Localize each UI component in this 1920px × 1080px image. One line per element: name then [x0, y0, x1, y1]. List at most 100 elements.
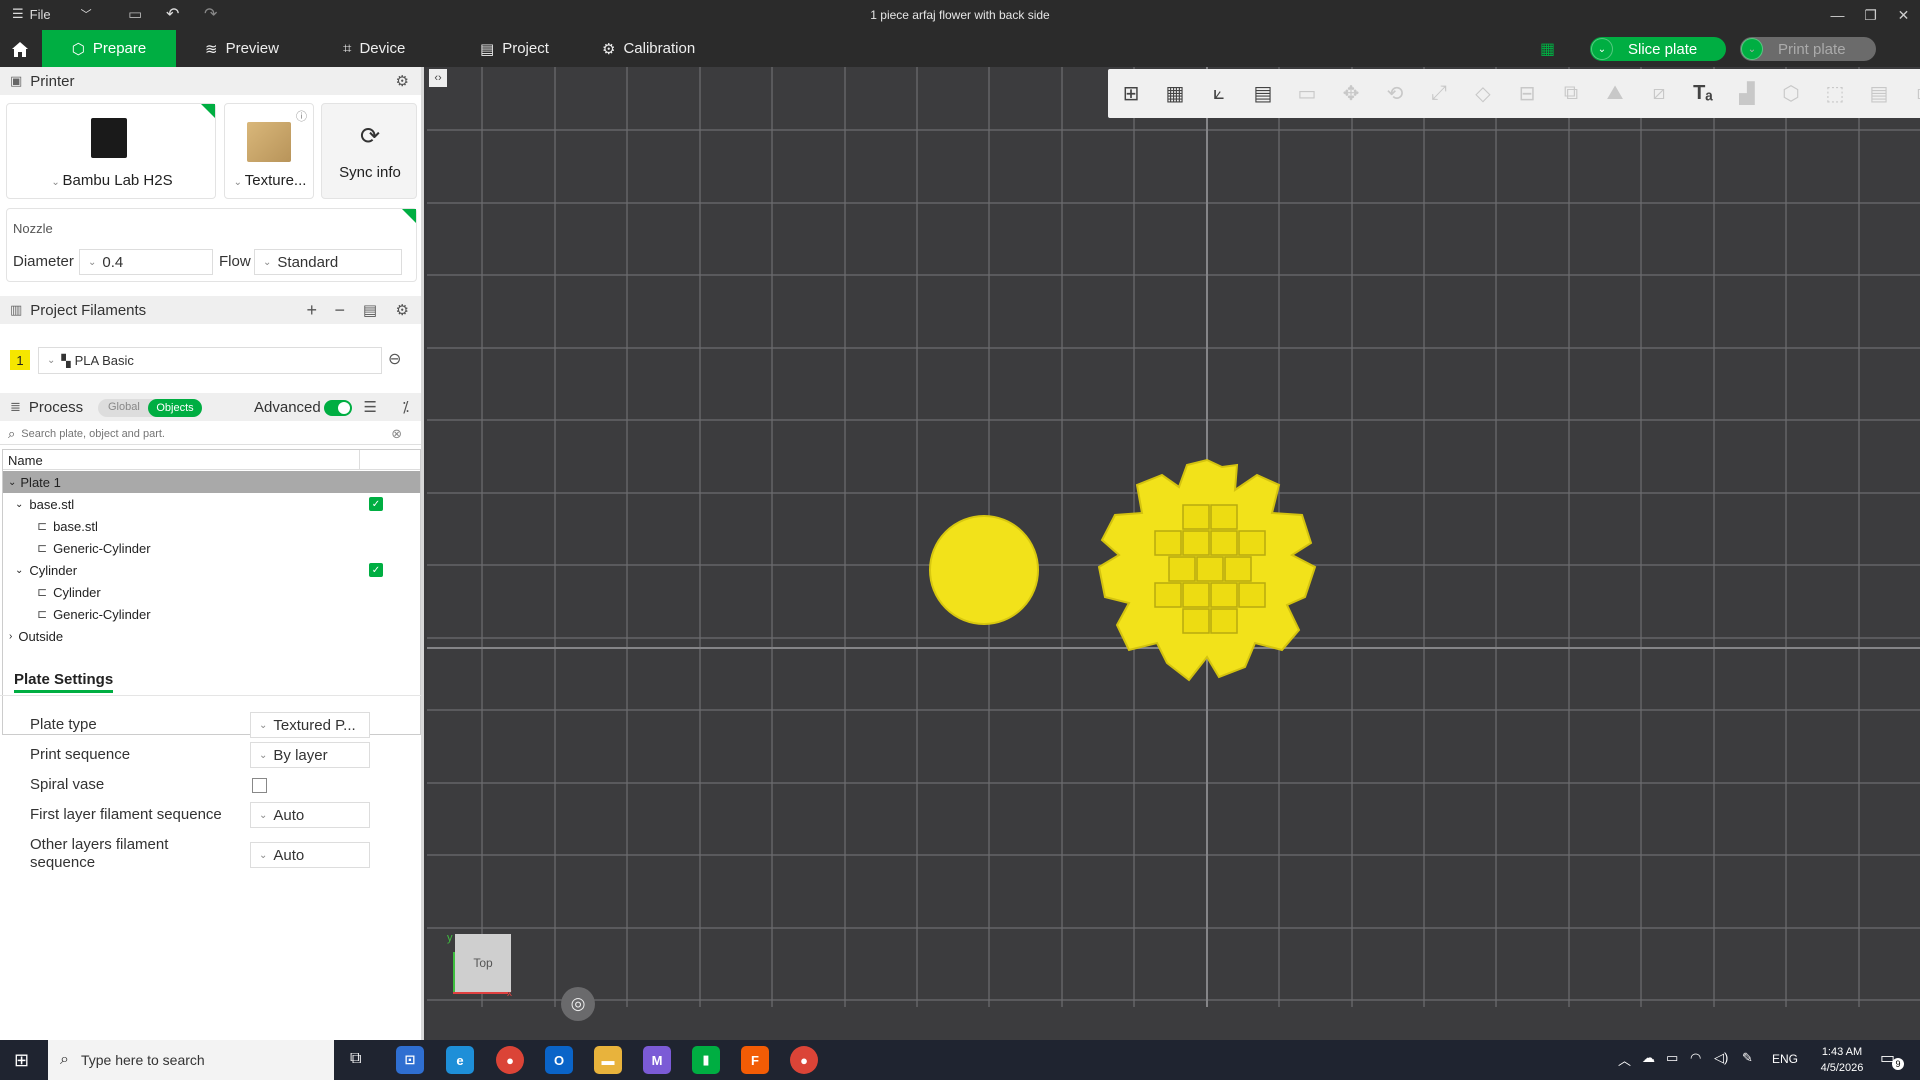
- minimize-button[interactable]: —: [1821, 0, 1854, 30]
- seam-paint-icon[interactable]: ⧄: [1640, 75, 1678, 113]
- name-column-header[interactable]: Name: [3, 450, 420, 470]
- notifications-button[interactable]: ▭ 9: [1880, 1048, 1904, 1072]
- tree-row-object[interactable]: ⌄ base.stl ✓: [3, 493, 424, 515]
- taskbar-search[interactable]: ⌕ Type here to search: [48, 1040, 334, 1080]
- layout-icon[interactable]: ▦: [1540, 39, 1555, 59]
- svg-tool-icon[interactable]: ▟: [1728, 75, 1766, 113]
- assembly-icon[interactable]: ⬡: [1772, 75, 1810, 113]
- compare-icon[interactable]: ⁒: [402, 398, 409, 416]
- visibility-checkbox[interactable]: ✓: [369, 563, 383, 577]
- chrome-profile-app-icon[interactable]: ●: [790, 1046, 818, 1074]
- outlook-app-icon[interactable]: O: [545, 1046, 573, 1074]
- plate-type-select[interactable]: ⌄ Textured P...: [250, 712, 370, 738]
- home-button[interactable]: [0, 30, 40, 67]
- chevron-down-icon[interactable]: ⌄: [8, 477, 16, 488]
- collapse-sidebar-icon[interactable]: ‹›: [429, 69, 447, 87]
- wifi-icon[interactable]: ◠: [1690, 1050, 1701, 1066]
- flow-select[interactable]: ⌄ Standard: [254, 249, 402, 275]
- filament-index-badge[interactable]: 1: [10, 350, 30, 370]
- plate-type-card[interactable]: ⓘ ⌄ Texture...: [224, 103, 314, 199]
- remove-icon[interactable]: −: [334, 300, 345, 321]
- gear-icon[interactable]: ⚙: [396, 301, 409, 319]
- tree-row-object[interactable]: › Outside: [3, 625, 424, 647]
- clock[interactable]: 1:43 AM 4/5/2026: [1812, 1044, 1872, 1076]
- windows-start-icon[interactable]: ⊞: [14, 1050, 29, 1071]
- diameter-select[interactable]: ⌄ 0.4: [79, 249, 213, 275]
- move-icon[interactable]: ✥: [1332, 75, 1370, 113]
- tree-row-object[interactable]: ⌄ Cylinder ✓: [3, 559, 424, 581]
- scale-icon[interactable]: ⤢: [1420, 75, 1458, 113]
- object-search-input[interactable]: [21, 427, 392, 440]
- tab-prepare[interactable]: ⬡ Prepare: [42, 30, 176, 67]
- tree-row-part[interactable]: ⊏ Generic-Cylinder: [3, 537, 424, 559]
- list-icon[interactable]: ☰: [364, 398, 377, 416]
- lay-on-face-icon[interactable]: ◇: [1464, 75, 1502, 113]
- show-hidden-icons[interactable]: ︿: [1618, 1050, 1631, 1069]
- volume-icon[interactable]: ◁): [1714, 1050, 1728, 1066]
- rotate-icon[interactable]: ⟲: [1376, 75, 1414, 113]
- battery-icon[interactable]: ▭: [1666, 1050, 1678, 1066]
- view-cube-face[interactable]: Top: [455, 934, 511, 992]
- gear-icon[interactable]: ⚙: [396, 72, 409, 90]
- chevron-down-icon[interactable]: ⌄: [1741, 38, 1763, 60]
- printer-model-card[interactable]: ⌄ Bambu Lab H2S: [6, 103, 216, 199]
- spiral-vase-checkbox[interactable]: [252, 778, 267, 793]
- add-plate-icon[interactable]: ▦: [1156, 75, 1194, 113]
- language-indicator[interactable]: ENG: [1772, 1052, 1798, 1066]
- filament-select[interactable]: ⌄ ▚ PLA Basic: [38, 347, 382, 374]
- chevron-down-icon[interactable]: ⌄: [15, 499, 23, 510]
- fusion-app-icon[interactable]: F: [741, 1046, 769, 1074]
- tab-preview[interactable]: ≋ Preview: [205, 30, 279, 67]
- tab-device[interactable]: ⌗ Device: [343, 30, 405, 67]
- file-explorer-icon[interactable]: ▬: [594, 1046, 622, 1074]
- measure-icon[interactable]: ⬚: [1816, 75, 1854, 113]
- print-plate-button[interactable]: ⌄ Print plate: [1740, 37, 1876, 61]
- view-cube[interactable]: y x Top: [447, 922, 517, 1002]
- global-option[interactable]: Global: [108, 401, 140, 413]
- sync-info-button[interactable]: ⟳ Sync info: [321, 103, 417, 199]
- add-object-icon[interactable]: ⊞: [1112, 75, 1150, 113]
- objects-option[interactable]: Objects: [148, 399, 202, 417]
- chevron-down-icon[interactable]: ⌄: [15, 565, 23, 576]
- other-layers-sequence-select[interactable]: ⌄ Auto: [250, 842, 370, 868]
- 3d-viewport[interactable]: ⊞ ▦ ⟀ ▤ ▭ ✥ ⟲ ⤢ ◇ ⊟ ⧉ ⛰ ⧄ Tₐ ▟ ⬡ ⬚ ▤ ⧈ ⧇…: [427, 67, 1920, 1040]
- tree-row-part[interactable]: ⊏ base.stl: [3, 515, 424, 537]
- fuzzy-skin-icon[interactable]: ⧈: [1904, 75, 1920, 113]
- add-icon[interactable]: +: [306, 300, 317, 321]
- chevron-down-icon[interactable]: ⌄: [1591, 38, 1613, 60]
- tab-project[interactable]: ▤ Project: [480, 30, 549, 67]
- bambu-studio-app-icon[interactable]: ▮: [692, 1046, 720, 1074]
- support-paint-icon[interactable]: ⛰: [1596, 75, 1634, 113]
- onedrive-icon[interactable]: ☁: [1642, 1050, 1655, 1066]
- close-button[interactable]: ✕: [1887, 0, 1920, 30]
- auto-orient-icon[interactable]: ⟀: [1200, 75, 1238, 113]
- advanced-toggle[interactable]: [324, 400, 352, 416]
- print-sequence-select[interactable]: ⌄ By layer: [250, 742, 370, 768]
- chrome-app-icon[interactable]: ●: [496, 1046, 524, 1074]
- cut-icon[interactable]: ⊟: [1508, 75, 1546, 113]
- tree-row-part[interactable]: ⊏ Generic-Cylinder: [3, 603, 424, 625]
- first-layer-sequence-select[interactable]: ⌄ Auto: [250, 802, 370, 828]
- flower-model[interactable]: [1087, 455, 1327, 695]
- remove-filament-icon[interactable]: ⊖: [388, 349, 401, 369]
- chevron-right-icon[interactable]: ›: [9, 631, 12, 642]
- scope-toggle[interactable]: Global Objects: [98, 399, 202, 417]
- store-app-icon[interactable]: ⊡: [396, 1046, 424, 1074]
- clear-icon[interactable]: ⊗: [391, 426, 402, 442]
- variable-layer-icon[interactable]: ▤: [1860, 75, 1898, 113]
- restore-button[interactable]: ❐: [1854, 0, 1887, 30]
- cylinder-model[interactable]: [929, 515, 1049, 635]
- edge-app-icon[interactable]: e: [446, 1046, 474, 1074]
- filament-sync-icon[interactable]: ▤: [363, 301, 377, 319]
- split-icon[interactable]: ▭: [1288, 75, 1326, 113]
- tree-row-part[interactable]: ⊏ Cylinder: [3, 581, 424, 603]
- tab-calibration[interactable]: ⚙ Calibration: [602, 30, 695, 67]
- boolean-icon[interactable]: ⧉: [1552, 75, 1590, 113]
- info-icon[interactable]: ⓘ: [296, 108, 307, 124]
- arrange-icon[interactable]: ▤: [1244, 75, 1282, 113]
- text-tool-icon[interactable]: Tₐ: [1684, 75, 1722, 113]
- visibility-checkbox[interactable]: ✓: [369, 497, 383, 511]
- slice-plate-button[interactable]: ⌄ Slice plate: [1590, 37, 1726, 61]
- pen-icon[interactable]: ✎: [1742, 1050, 1753, 1066]
- camera-reset-icon[interactable]: ◎: [561, 987, 595, 1021]
